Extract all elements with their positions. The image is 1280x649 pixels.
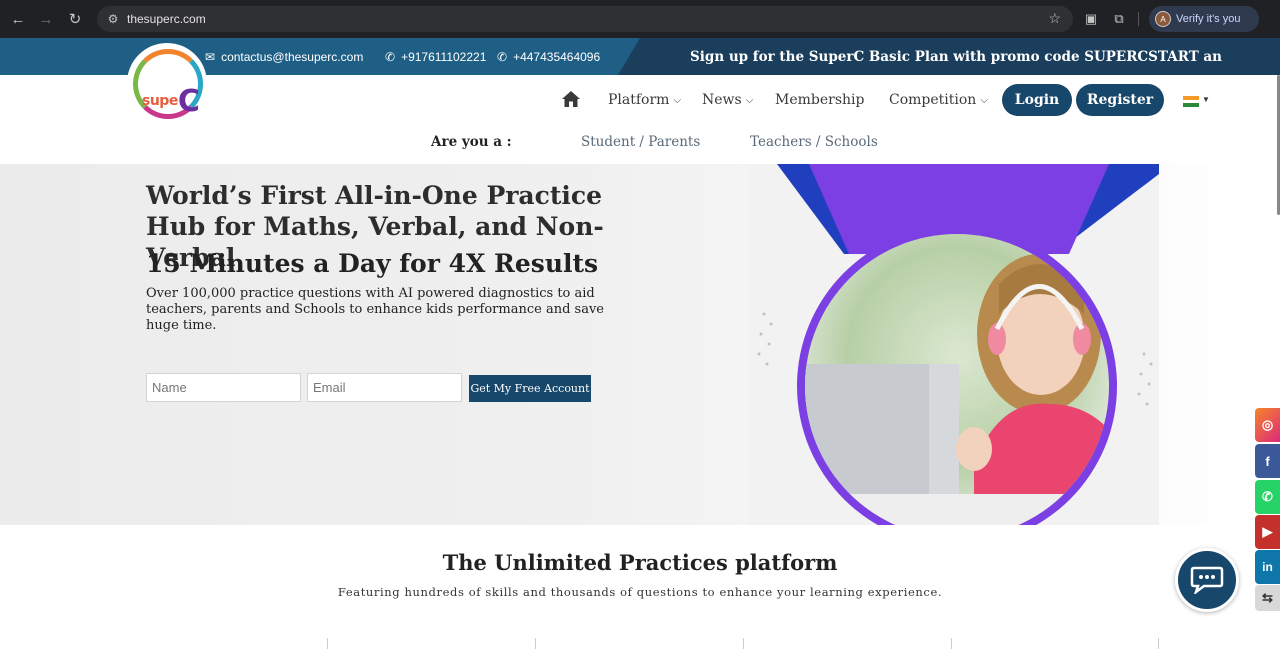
- instagram-icon[interactable]: ◎: [1255, 408, 1280, 442]
- logo-text-c: C: [177, 84, 200, 119]
- youtube-icon[interactable]: ▶: [1255, 515, 1280, 549]
- login-button[interactable]: Login: [1002, 84, 1072, 116]
- audience-student-link[interactable]: Student / Parents: [581, 134, 700, 150]
- contact-email[interactable]: ✉ contactus@thesuperc.com: [205, 38, 363, 75]
- chevron-down-icon: ⌵: [745, 94, 754, 106]
- verify-label: Verify it's you: [1176, 13, 1241, 25]
- hero-subheadline: 15 Minutes a Day for 4X Results: [146, 249, 599, 278]
- phone2-text: +447435464096: [513, 49, 601, 64]
- back-icon[interactable]: ←: [4, 5, 32, 33]
- menu-kebab-icon[interactable]: ⋮: [1273, 9, 1280, 29]
- toolbar-divider: [1138, 12, 1139, 26]
- reading-list-icon[interactable]: ▣: [1082, 10, 1100, 28]
- contact-phone-2[interactable]: ✆ +447435464096: [497, 38, 600, 75]
- get-free-account-button[interactable]: Get My Free Account: [469, 375, 591, 402]
- bookmark-star-icon[interactable]: ☆: [1048, 10, 1061, 27]
- linkedin-icon[interactable]: in: [1255, 550, 1280, 584]
- caret-down-icon[interactable]: ▼: [1202, 95, 1210, 104]
- avatar: A: [1155, 11, 1171, 27]
- nav-competition-label: Competition: [889, 92, 977, 108]
- section-title: The Unlimited Practices platform: [442, 550, 838, 575]
- logo-text-main: supe: [142, 93, 178, 109]
- chevron-down-icon: ⌵: [673, 94, 682, 106]
- nav-competition[interactable]: Competition ⌵: [889, 84, 988, 116]
- column-divider: [535, 638, 536, 649]
- phone1-text: +917611102221: [401, 49, 487, 64]
- chat-widget-button[interactable]: [1175, 548, 1239, 612]
- logo-text: supeC: [142, 78, 200, 119]
- hero-image: [749, 164, 1159, 525]
- register-button[interactable]: Register: [1076, 84, 1164, 116]
- collapse-arrows-icon[interactable]: ⇆: [1255, 585, 1280, 611]
- reload-icon[interactable]: ↻: [61, 5, 89, 33]
- section-subtitle: Featuring hundreds of skills and thousan…: [337, 585, 943, 599]
- language-flag-icon[interactable]: [1183, 96, 1199, 107]
- nav-news-label: News: [702, 92, 742, 108]
- site-info-icon[interactable]: ⚙: [105, 11, 121, 27]
- address-bar[interactable]: ⚙ thesuperc.com ☆: [97, 6, 1073, 32]
- column-divider: [1158, 638, 1159, 649]
- email-text: contactus@thesuperc.com: [221, 49, 364, 64]
- nav-platform-label: Platform: [608, 92, 670, 108]
- audience-label: Are you a :: [431, 134, 512, 150]
- chat-icon: [1190, 566, 1224, 594]
- extensions-icon[interactable]: ⧉: [1110, 10, 1128, 28]
- contact-phone-1[interactable]: ✆ +917611102221: [385, 38, 486, 75]
- chevron-down-icon: ⌵: [980, 94, 988, 106]
- flag-stripe-green: [1183, 103, 1199, 107]
- phone-icon: ✆: [497, 49, 508, 64]
- url-text: thesuperc.com: [127, 12, 206, 26]
- column-divider: [327, 638, 328, 649]
- nav-platform[interactable]: Platform ⌵: [608, 84, 681, 116]
- nav-news[interactable]: News ⌵: [702, 84, 753, 116]
- email-input[interactable]: [307, 373, 462, 402]
- profile-verify-button[interactable]: A Verify it's you: [1149, 6, 1259, 32]
- audience-teachers-link[interactable]: Teachers / Schools: [750, 134, 878, 150]
- column-divider: [743, 638, 744, 649]
- mail-icon: ✉: [205, 49, 216, 64]
- whatsapp-icon[interactable]: ✆: [1255, 480, 1280, 514]
- hero-illustration: [757, 164, 1159, 525]
- name-input[interactable]: [146, 373, 301, 402]
- nav-membership-label: Membership: [775, 92, 865, 108]
- home-icon[interactable]: [562, 91, 580, 107]
- forward-icon[interactable]: →: [32, 5, 60, 33]
- phone-icon: ✆: [385, 49, 396, 64]
- hero-lead: Over 100,000 practice questions with AI …: [146, 286, 604, 333]
- column-divider: [951, 638, 952, 649]
- browser-toolbar: ← → ↻ ⚙ thesuperc.com ☆ ▣ ⧉ A Verify it'…: [0, 0, 1280, 38]
- promo-marquee: Sign up for the SuperC Basic Plan with p…: [690, 48, 1222, 65]
- facebook-icon[interactable]: f: [1255, 444, 1280, 478]
- nav-membership[interactable]: Membership: [775, 84, 864, 116]
